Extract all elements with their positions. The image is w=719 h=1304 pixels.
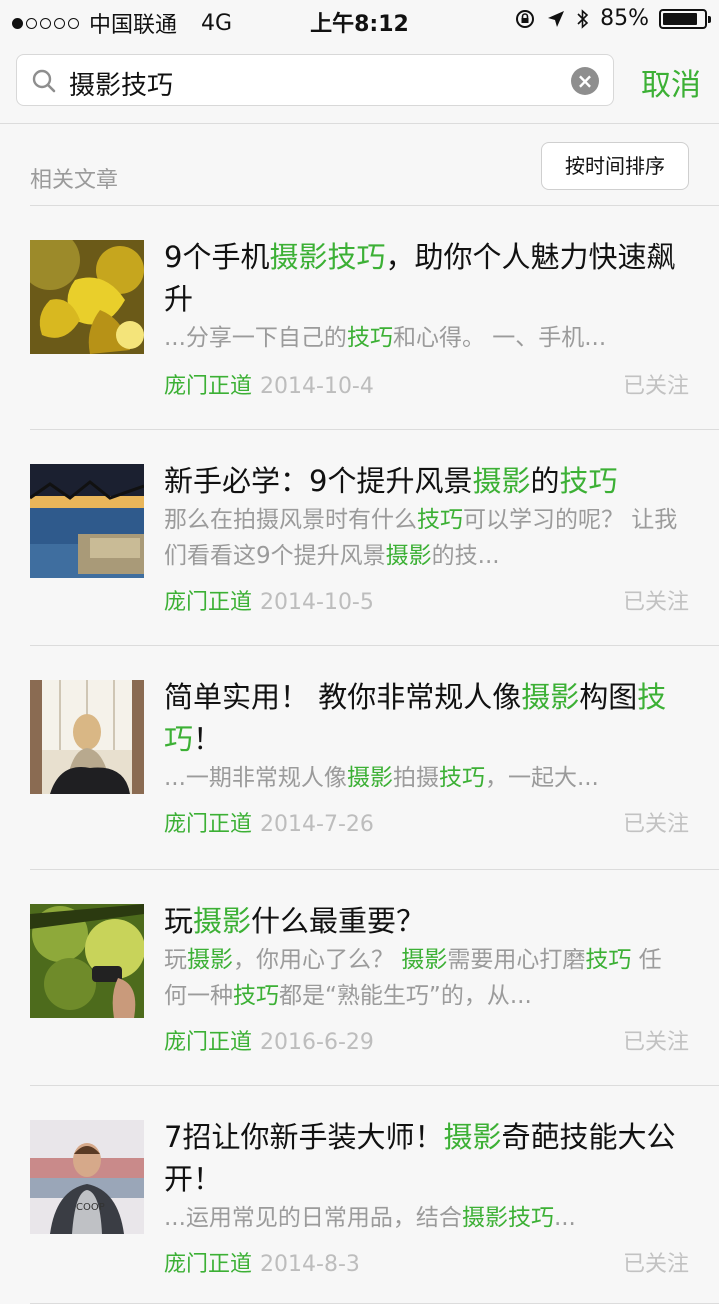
article-title[interactable]: 9个手机摄影技巧，助你个人魅力快速飙升 — [164, 236, 694, 320]
title-text: ！ — [193, 722, 223, 756]
snippet-text: 和心得。 一、手机... — [392, 325, 607, 351]
follow-status: 已关注 — [622, 812, 689, 837]
snippet-text: ...一期非常规人像 — [164, 765, 347, 791]
snippet-highlight: 技巧 — [233, 983, 279, 1009]
snippet-highlight: 摄影 — [187, 947, 233, 973]
title-highlight: 摄影 — [443, 1120, 502, 1154]
article-source[interactable]: 庞门正道 — [164, 812, 252, 837]
snippet-highlight: 摄影 — [385, 543, 432, 569]
article-snippet: ...运用常见的日常用品，结合摄影技巧... — [164, 1200, 684, 1236]
article-meta: 庞门正道 2016-6-29 — [164, 1024, 374, 1056]
article-thumbnail: COOP — [30, 1120, 144, 1234]
status-bar: 中国联通 4G 上午8:12 85% — [0, 0, 719, 40]
follow-status: 已关注 — [622, 1252, 689, 1277]
snippet-text: 玩 — [164, 947, 187, 973]
article-snippet: ...一期非常规人像摄影拍摄技巧，一起大... — [164, 760, 684, 796]
title-text: 玩 — [164, 904, 194, 938]
snippet-text: 都是“熟能生巧”的，从... — [279, 983, 532, 1009]
snippet-text: ...分享一下自己的 — [164, 325, 347, 351]
bluetooth-icon — [577, 8, 589, 29]
snippet-highlight: 技巧 — [346, 325, 393, 351]
article-title[interactable]: 简单实用！ 教你非常规人像摄影构图技巧！ — [164, 676, 694, 760]
article-item[interactable]: 简单实用！ 教你非常规人像摄影构图技巧！ ...一期非常规人像摄影拍摄技巧，一起大… — [0, 646, 719, 870]
article-item[interactable]: 9个手机摄影技巧，助你个人魅力快速飙升 ...分享一下自己的技巧和心得。 一、手机… — [0, 206, 719, 430]
title-text: 的 — [530, 464, 560, 498]
article-thumbnail — [30, 464, 144, 578]
search-icon — [32, 69, 56, 93]
follow-status: 已关注 — [622, 1030, 689, 1055]
cancel-button[interactable]: 取消 — [641, 60, 701, 104]
article-thumbnail — [30, 240, 144, 354]
title-highlight: 摄影技巧 — [269, 240, 386, 274]
article-meta: 庞门正道 2014-10-5 — [164, 584, 374, 616]
snippet-highlight: 摄影 — [346, 765, 393, 791]
title-text: 简单实用！ 教你非常规人像 — [164, 680, 522, 714]
article-source[interactable]: 庞门正道 — [164, 1252, 252, 1277]
article-title[interactable]: 新手必学：9个提升风景摄影的技巧 — [164, 460, 694, 502]
article-date: 2014-10-4 — [260, 374, 374, 399]
snippet-text: ... — [553, 1205, 576, 1231]
article-snippet: ...分享一下自己的技巧和心得。 一、手机... — [164, 320, 684, 356]
article-date: 2014-8-3 — [260, 1252, 360, 1277]
snippet-highlight: 技巧 — [417, 507, 463, 533]
title-text: 什么最重要？ — [251, 904, 426, 938]
follow-status: 已关注 — [622, 374, 689, 399]
snippet-highlight: 摄影技巧 — [461, 1205, 554, 1231]
article-source[interactable]: 庞门正道 — [164, 590, 252, 615]
location-arrow-icon — [548, 10, 565, 27]
article-meta: 庞门正道 2014-7-26 — [164, 806, 374, 838]
article-item[interactable]: 新手必学：9个提升风景摄影的技巧 那么在拍摄风景时有什么技巧可以学习的呢？ 让我们… — [0, 430, 719, 646]
article-date: 2014-10-5 — [260, 590, 374, 615]
snippet-text: 需要用心打磨 — [447, 947, 586, 973]
search-bar: 摄影技巧 × 取消 — [0, 40, 719, 124]
article-title[interactable]: 7招让你新手装大师！摄影奇葩技能大公开！ — [164, 1116, 694, 1200]
article-date: 2014-7-26 — [260, 812, 374, 837]
article-date: 2016-6-29 — [260, 1030, 374, 1055]
article-thumbnail — [30, 904, 144, 1018]
title-highlight: 技巧 — [559, 464, 618, 498]
article-thumbnail — [30, 680, 144, 794]
snippet-text: 拍摄 — [392, 765, 439, 791]
article-item[interactable]: COOP 7招让你新手装大师！摄影奇葩技能大公开！ ...运用常见的日常用品，结合… — [0, 1086, 719, 1304]
title-highlight: 摄影 — [521, 680, 580, 714]
snippet-highlight: 摄影 — [401, 947, 448, 973]
article-meta: 庞门正道 2014-8-3 — [164, 1246, 360, 1278]
snippet-text: 的技... — [431, 543, 500, 569]
article-snippet: 玩摄影，你用心了么？ 摄影需要用心打磨技巧 任何一种技巧都是“熟能生巧”的，从.… — [164, 942, 684, 1014]
article-item[interactable]: 玩摄影什么最重要？ 玩摄影，你用心了么？ 摄影需要用心打磨技巧 任何一种技巧都是“… — [0, 870, 719, 1086]
article-title[interactable]: 玩摄影什么最重要？ — [164, 900, 694, 942]
follow-status: 已关注 — [622, 590, 689, 615]
rotation-lock-icon — [516, 9, 535, 28]
section-label: 相关文章 — [30, 168, 119, 193]
snippet-text: ，你用心了么？ — [233, 947, 402, 973]
related-articles-header: 相关文章 按时间排序 — [0, 124, 719, 206]
clear-icon[interactable]: × — [571, 67, 599, 95]
title-text: 构图 — [579, 680, 638, 714]
title-text: 9个手机 — [164, 240, 270, 274]
snippet-text: 那么在拍摄风景时有什么 — [164, 507, 417, 533]
article-source[interactable]: 庞门正道 — [164, 1030, 252, 1055]
search-query[interactable]: 摄影技巧 — [69, 65, 173, 102]
article-meta: 庞门正道 2014-10-4 — [164, 368, 374, 400]
search-input[interactable]: 摄影技巧 × — [16, 54, 614, 106]
snippet-text: ...运用常见的日常用品，结合 — [164, 1205, 462, 1231]
snippet-text: ，一起大... — [484, 765, 599, 791]
sort-by-time-button[interactable]: 按时间排序 — [541, 142, 689, 190]
svg-text:COOP: COOP — [76, 1202, 105, 1213]
article-list: 9个手机摄影技巧，助你个人魅力快速飙升 ...分享一下自己的技巧和心得。 一、手机… — [0, 206, 719, 1304]
title-text: 7招让你新手装大师！ — [164, 1120, 444, 1154]
title-highlight: 摄影 — [472, 464, 531, 498]
battery-icon — [659, 8, 711, 29]
title-text: 新手必学：9个提升风景 — [164, 464, 473, 498]
title-highlight: 摄影 — [193, 904, 252, 938]
article-snippet: 那么在拍摄风景时有什么技巧可以学习的呢？ 让我们看看这9个提升风景摄影的技... — [164, 502, 684, 574]
snippet-highlight: 技巧 — [585, 947, 632, 973]
battery-percent: 85% — [600, 6, 649, 31]
article-source[interactable]: 庞门正道 — [164, 374, 252, 399]
snippet-highlight: 技巧 — [438, 765, 485, 791]
